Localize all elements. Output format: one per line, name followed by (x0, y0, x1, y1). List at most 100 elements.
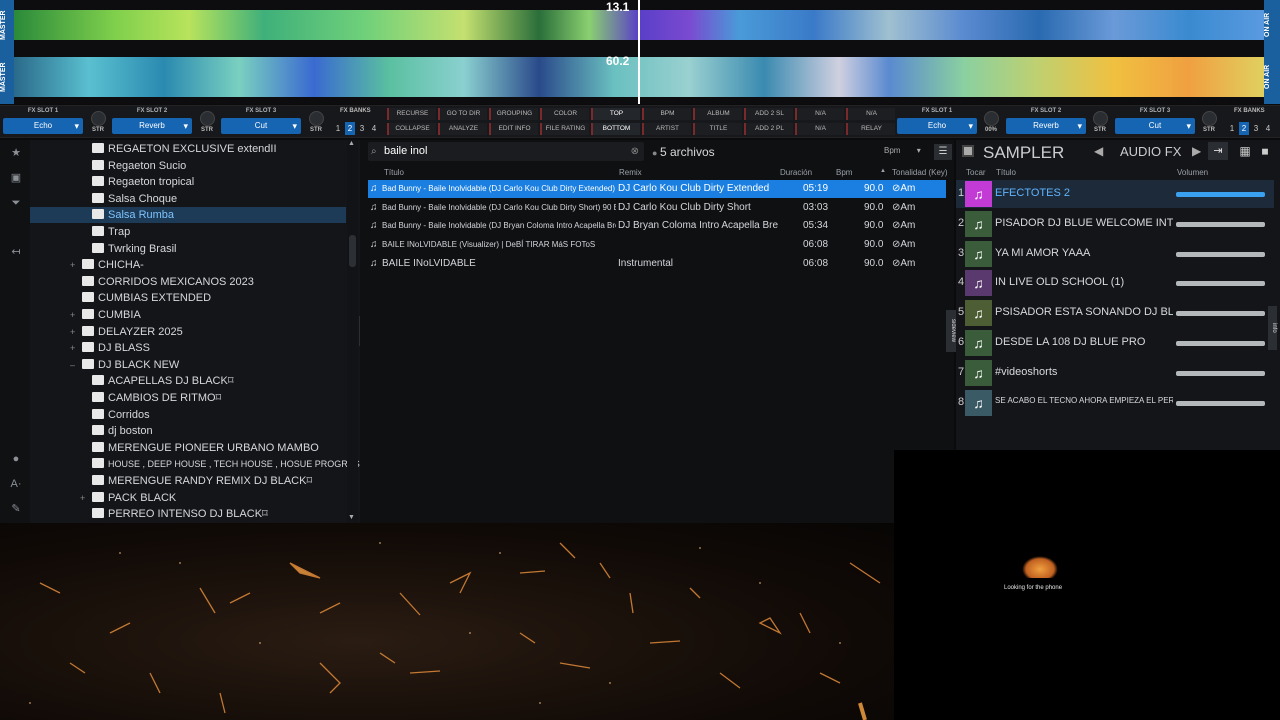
pad-add-2-sl[interactable]: ADD 2 SL (744, 108, 793, 120)
list-view-icon[interactable]: ☰ (934, 144, 952, 160)
col-key[interactable]: Tonalidad (Key) (892, 168, 948, 177)
volume-slider[interactable] (1176, 192, 1265, 197)
track-row[interactable]: ♫ Bad Bunny - Baile Inolvidable (DJ Carlo… (368, 199, 946, 217)
pad-n-a[interactable]: N/A (846, 108, 895, 120)
folder-item[interactable]: dj boston (92, 423, 153, 439)
fx-bank-3[interactable]: 3 (357, 122, 367, 135)
fx-slot-3-dropdown[interactable]: Cut (221, 118, 301, 134)
sampler-slot[interactable]: 4 ♫ IN LIVE OLD SCHOOL (1) (956, 269, 1274, 297)
folder-item[interactable]: + CUMBIA (70, 307, 141, 323)
folder-item[interactable]: – DJ BLACK NEW (70, 357, 179, 373)
clear-search-icon[interactable]: ⊗ (631, 142, 639, 161)
col-remix[interactable]: Remix (619, 168, 642, 177)
folder-item[interactable]: CORRIDOS MEXICANOS 2023 (82, 274, 254, 290)
favorites-icon[interactable]: ★ (7, 145, 25, 161)
sampler-grid-icon[interactable] (962, 145, 974, 157)
info-tab[interactable]: info (1268, 306, 1277, 350)
pad-collapse[interactable]: COLLAPSE (387, 123, 436, 135)
folder-item[interactable]: Trap (92, 224, 130, 240)
filter-icon[interactable]: ⏷ (7, 195, 25, 211)
folder-item[interactable]: Regaeton tropical (92, 174, 194, 190)
sideview-tab[interactable]: sideview (946, 310, 956, 352)
pad-album[interactable]: ALBUM (693, 108, 742, 120)
fx-knob-2[interactable] (200, 111, 215, 126)
pad-file-rating[interactable]: FILE RATING (540, 123, 589, 135)
folder-item[interactable]: CAMBIOS DE RITMO⌑ (92, 390, 221, 406)
fx-slot-1-dropdown[interactable]: Echo (3, 118, 83, 134)
folder-item[interactable]: PERREO INTENSO DJ BLACK⌑ (92, 506, 268, 522)
volume-slider[interactable] (1176, 370, 1265, 376)
folder-item[interactable]: ACAPELLAS DJ BLACK⌑ (92, 373, 233, 389)
waveform-deck-1[interactable]: MASTER 13.1 ON AIR (0, 0, 1280, 50)
col-duration[interactable]: Duración (780, 168, 812, 177)
sort-dropdown[interactable]: Bpm ▾ (884, 146, 921, 155)
volume-slider[interactable] (1176, 311, 1265, 317)
sampler-next-icon[interactable]: ▶ (1192, 144, 1201, 158)
sampler-slot[interactable]: 2 ♫ PISADOR DJ BLUE WELCOME INTRO (956, 210, 1274, 238)
fx-knob-3[interactable] (309, 111, 324, 126)
scroll-down-icon[interactable]: ▼ (348, 514, 355, 521)
sampler-slot[interactable]: 1 ♫ EFECTOTES 2 (956, 180, 1274, 208)
expand-icon[interactable]: + (70, 324, 75, 340)
folder-item[interactable]: HOUSE , DEEP HOUSE , TECH HOUSE , HOSUE … (92, 456, 360, 472)
waveform-deck-2[interactable]: MASTER 60.2 ON AIR (0, 50, 1280, 104)
folder-item[interactable]: MERENGUE PIONEER URBANO MAMBO (92, 440, 319, 456)
folder-item[interactable]: + PACK BLACK (80, 490, 176, 506)
expand-icon[interactable]: + (80, 490, 85, 506)
sampler-prev-icon[interactable]: ◀ (1094, 144, 1103, 158)
music-note-icon[interactable]: ♫ (965, 270, 992, 297)
pad-top[interactable]: TOP (591, 108, 640, 120)
sampler-slot[interactable]: 7 ♫ #videoshorts (956, 359, 1274, 387)
col-bpm[interactable]: Bpm (836, 168, 852, 177)
sampler-slot[interactable]: 8 ♫ SE ACABO EL TECNO AHORA EMPIEZA EL PER… (956, 389, 1274, 417)
music-note-icon[interactable]: ♫ (965, 181, 992, 207)
pad-title[interactable]: TITLE (693, 123, 742, 135)
sampler-slot[interactable]: 5 ♫ PSISADOR ESTA SONANDO DJ BLUE (956, 299, 1274, 327)
pad-artist[interactable]: ARTIST (642, 123, 691, 135)
folder-item[interactable]: + DJ BLASS (70, 340, 150, 356)
fx-knob-6[interactable] (1202, 111, 1217, 126)
expand-icon[interactable]: + (70, 340, 75, 356)
folder-item[interactable]: Twrking Brasil (92, 241, 176, 257)
fx-bank-4[interactable]: 4 (369, 122, 379, 135)
expand-icon[interactable]: – (70, 357, 75, 373)
sampler-slot[interactable]: 6 ♫ DESDE LA 108 DJ BLUE PRO (956, 329, 1274, 357)
folder-item[interactable]: + DELAYZER 2025 (70, 324, 183, 340)
sampler-menu-icon[interactable]: ◼ (1258, 142, 1272, 160)
fx-knob-5[interactable] (1093, 111, 1108, 126)
fx-bank-2[interactable]: 2 (1239, 122, 1249, 135)
music-note-icon[interactable]: ♫ (965, 210, 992, 237)
back-icon[interactable]: ↤ (7, 244, 25, 260)
scroll-up-icon[interactable]: ▲ (348, 140, 355, 147)
fx-bank-3[interactable]: 3 (1251, 122, 1261, 135)
fx-bank-1[interactable]: 1 (333, 122, 343, 135)
track-row[interactable]: ♫ BAILE INoLVIDABLE Instrumental 06:08 90.0 ⊘… (368, 255, 946, 273)
track-row[interactable]: ♫ Bad Bunny - Baile Inolvidable (DJ Carlo… (368, 180, 946, 198)
pad-recurse[interactable]: RECURSE (387, 108, 436, 120)
music-note-icon[interactable]: ♫ (965, 240, 992, 267)
folder-item[interactable]: Corridos (92, 407, 150, 423)
volume-slider[interactable] (1176, 400, 1265, 406)
folder-item[interactable]: Regaeton Sucio (92, 158, 186, 174)
pad-bpm[interactable]: BPM (642, 108, 691, 120)
pad-analyze[interactable]: ANALYZE (438, 123, 487, 135)
search-input[interactable]: ⌕ baile inol ⊗ (368, 142, 644, 161)
col-title[interactable]: Título (384, 168, 404, 177)
pad-relay[interactable]: RELAY (846, 123, 895, 135)
folder-item[interactable]: Salsa Choque (92, 191, 177, 207)
fx-slot-2-right-dropdown[interactable]: Reverb (1006, 118, 1086, 134)
volume-slider[interactable] (1176, 281, 1265, 287)
sampler-grid-view-icon[interactable]: ▦ (1237, 142, 1253, 160)
music-note-icon[interactable]: ♫ (965, 330, 992, 356)
pad-grouping[interactable]: GROUPING (489, 108, 538, 120)
pad-n-a[interactable]: N/A (795, 123, 844, 135)
pad-add-2-pl[interactable]: ADD 2 PL (744, 123, 793, 135)
pad-edit-info[interactable]: EDIT INFO (489, 123, 538, 135)
expand-icon[interactable]: + (70, 307, 75, 323)
volume-slider[interactable] (1176, 221, 1265, 227)
music-note-icon[interactable]: ♫ (965, 389, 992, 416)
font-size-icon[interactable]: A· (7, 476, 25, 492)
pad-n-a[interactable]: N/A (795, 108, 844, 120)
pad-color[interactable]: COLOR (540, 108, 589, 120)
fx-knob-4[interactable] (984, 111, 999, 126)
